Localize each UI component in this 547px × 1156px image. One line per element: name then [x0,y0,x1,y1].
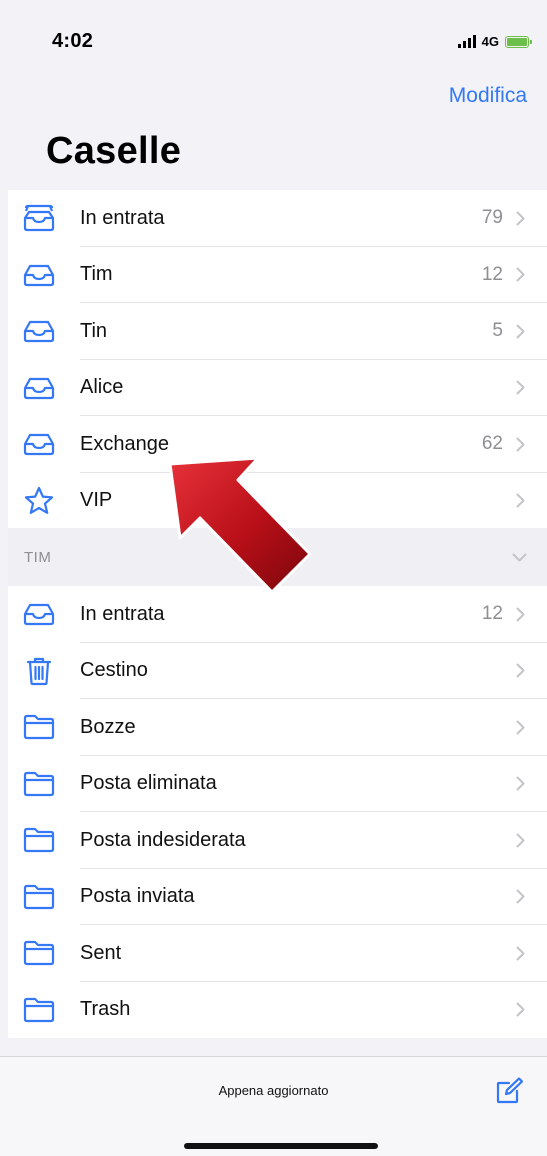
list-item-tin[interactable]: Tin 5 [8,303,547,360]
list-item-bozze[interactable]: Bozze [8,699,547,756]
list-item-vip[interactable]: VIP [8,473,547,530]
status-bar: 4:02 4G [0,0,547,80]
mailboxes-list: In entrata 79 Tim 12 Tin 5 Alice Exchang… [8,190,547,529]
folder-icon [22,825,56,855]
network-type: 4G [481,34,499,49]
chevron-right-icon [515,832,525,848]
chevron-right-icon [515,267,525,283]
update-status: Appena aggiornato [218,1083,329,1098]
status-indicators: 4G [457,34,532,49]
edit-button[interactable]: Modifica [449,84,527,108]
folder-icon [22,712,56,742]
section-title: TIM [24,548,52,566]
chevron-right-icon [515,493,525,509]
folder-icon [22,938,56,968]
battery-icon [505,35,532,48]
home-indicator [184,1143,378,1149]
list-item-trash[interactable]: Trash [8,982,547,1039]
unread-count: 79 [481,207,503,229]
chevron-right-icon [515,380,525,396]
signal-icon [457,35,476,48]
list-item-posta-indesiderata[interactable]: Posta indesiderata [8,812,547,869]
list-item-exchange[interactable]: Exchange 62 [8,416,547,473]
inbox-icon [22,316,56,346]
folder-label: Cestino [80,659,148,682]
list-item-alice[interactable]: Alice [8,360,547,417]
inbox-icon [22,373,56,403]
unread-count: 12 [481,263,503,285]
folder-label: Posta indesiderata [80,828,246,851]
compose-button[interactable] [495,1077,524,1105]
compose-icon [496,1077,524,1104]
unread-count: 62 [481,433,503,455]
chevron-right-icon [515,210,525,226]
chevron-right-icon [515,719,525,735]
folder-icon [22,995,56,1025]
mailbox-label: VIP [80,489,113,512]
list-item-tim[interactable]: Tim 12 [8,247,547,304]
mailbox-label: Tim [80,263,113,286]
chevron-right-icon [515,436,525,452]
folder-icon [22,882,56,912]
unread-count: 5 [492,320,503,342]
chevron-right-icon [515,323,525,339]
mailbox-label: Alice [80,376,124,399]
tim-folders-list: In entrata 12 Cestino Bozze Posta elimin… [8,586,547,1038]
inbox-icon [22,429,56,459]
folder-label: Trash [80,998,131,1021]
folder-label: Posta inviata [80,885,195,908]
list-item-posta-eliminata[interactable]: Posta eliminata [8,756,547,813]
folder-label: Sent [80,941,122,964]
status-time: 4:02 [52,30,94,52]
list-item-posta-inviata[interactable]: Posta inviata [8,869,547,926]
star-icon [22,486,56,516]
chevron-right-icon [515,945,525,961]
mailbox-label: Tin [80,319,108,342]
chevron-right-icon [515,889,525,905]
inbox-icon [22,260,56,290]
page-title: Caselle [46,130,182,172]
mailbox-label: In entrata [80,206,165,229]
folder-label: Posta eliminata [80,772,217,795]
chevron-right-icon [515,606,525,622]
folder-label: Bozze [80,715,136,738]
mailbox-label: Exchange [80,432,169,455]
bottom-toolbar: Appena aggiornato [0,1056,547,1156]
chevron-down-icon [512,553,527,562]
folder-icon [22,769,56,799]
chevron-right-icon [515,1002,525,1018]
chevron-right-icon [515,776,525,792]
list-item-cestino[interactable]: Cestino [8,643,547,700]
list-item-tim-inbox[interactable]: In entrata 12 [8,586,547,643]
inbox-icon [22,599,56,629]
folder-label: In entrata [80,602,165,625]
unread-count: 12 [481,603,503,625]
inbox-stack-icon [22,203,56,233]
section-header-tim[interactable]: TIM [8,528,547,586]
list-item-sent[interactable]: Sent [8,925,547,982]
chevron-right-icon [515,663,525,679]
trash-icon [22,656,56,686]
list-item-inbox-all[interactable]: In entrata 79 [8,190,547,247]
